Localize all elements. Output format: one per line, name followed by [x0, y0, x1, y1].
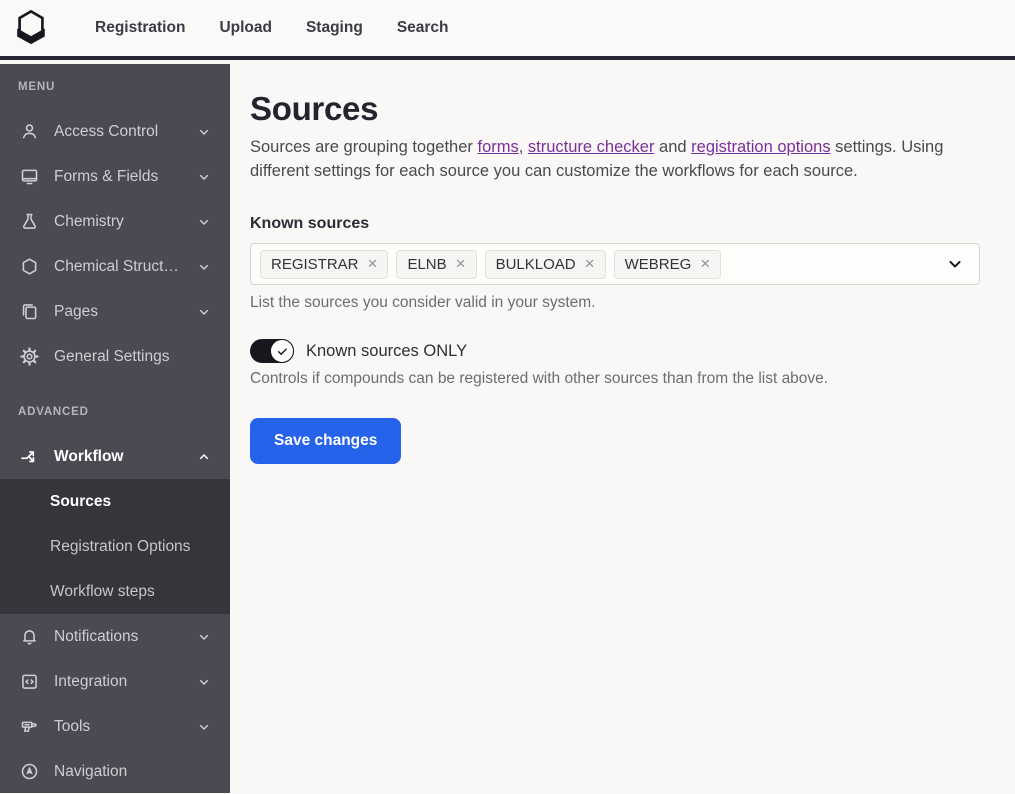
- nav-upload[interactable]: Upload: [202, 0, 289, 56]
- sidebar-item-label: General Settings: [54, 348, 169, 366]
- sidebar-heading-advanced: ADVANCED: [0, 389, 230, 434]
- chevron-down-icon: [196, 304, 212, 320]
- sidebar-item-access-control[interactable]: Access Control: [0, 109, 230, 154]
- description-text: Sources are grouping together: [250, 138, 477, 156]
- chevron-down-icon[interactable]: [945, 254, 965, 274]
- nav-staging[interactable]: Staging: [289, 0, 380, 56]
- sidebar-item-chemistry[interactable]: Chemistry: [0, 199, 230, 244]
- source-tag-label: BULKLOAD: [496, 256, 576, 273]
- sidebar-item-label: Workflow: [54, 448, 123, 466]
- chevron-down-icon: [196, 259, 212, 275]
- known-sources-only-helper-text: Controls if compounds can be registered …: [250, 370, 980, 388]
- remove-tag-icon[interactable]: ×: [585, 257, 595, 271]
- sidebar-item-label: Access Control: [54, 123, 158, 141]
- chevron-down-icon: [196, 674, 212, 690]
- source-tag: BULKLOAD ×: [485, 250, 606, 279]
- chevron-up-icon: [196, 449, 212, 465]
- chevron-down-icon: [196, 629, 212, 645]
- top-navigation: Registration Upload Staging Search: [78, 0, 466, 56]
- tools-icon: [18, 716, 40, 738]
- sidebar-item-notifications[interactable]: Notifications: [0, 614, 230, 659]
- sidebar-item-integration[interactable]: Integration: [0, 659, 230, 704]
- source-tag-label: REGISTRAR: [271, 256, 359, 273]
- workflow-submenu: Sources Registration Options Workflow st…: [0, 479, 230, 614]
- toggle-knob-check-icon: [270, 339, 294, 363]
- sidebar-item-label: Integration: [54, 673, 127, 691]
- sidebar-item-forms-fields[interactable]: Forms & Fields: [0, 154, 230, 199]
- sidebar-heading-menu: MENU: [0, 64, 230, 109]
- sidebar-item-workflow[interactable]: Workflow: [0, 434, 230, 479]
- hexagon-icon: [18, 256, 40, 278]
- chevron-down-icon: [196, 169, 212, 185]
- remove-tag-icon[interactable]: ×: [368, 257, 378, 271]
- source-tag: WEBREG ×: [614, 250, 722, 279]
- sidebar-item-tools[interactable]: Tools: [0, 704, 230, 749]
- monitor-icon: [18, 166, 40, 188]
- forms-link[interactable]: forms: [477, 138, 518, 156]
- person-icon: [18, 121, 40, 143]
- source-tag-label: WEBREG: [625, 256, 692, 273]
- known-sources-only-toggle[interactable]: [250, 339, 294, 363]
- sidebar-item-label: Navigation: [54, 763, 127, 781]
- workflow-icon: [18, 446, 40, 468]
- known-sources-only-row: Known sources ONLY: [250, 339, 980, 363]
- sidebar-item-navigation[interactable]: Navigation: [0, 749, 230, 794]
- chemaxon-logo-icon[interactable]: [12, 8, 50, 48]
- sidebar-subitem-sources[interactable]: Sources: [0, 479, 230, 524]
- page-description: Sources are grouping together forms, str…: [250, 136, 944, 183]
- registration-options-link[interactable]: registration options: [691, 138, 830, 156]
- chevron-down-icon: [196, 124, 212, 140]
- source-tag: REGISTRAR ×: [260, 250, 388, 279]
- sidebar-subitem-workflow-steps[interactable]: Workflow steps: [0, 569, 230, 614]
- chevron-down-icon: [196, 214, 212, 230]
- sidebar-item-chemical-structures[interactable]: Chemical Struct…: [0, 244, 230, 289]
- nav-search[interactable]: Search: [380, 0, 466, 56]
- pages-icon: [18, 301, 40, 323]
- sidebar-item-label: Chemistry: [54, 213, 124, 231]
- description-text: and: [654, 138, 691, 156]
- known-sources-helper-text: List the sources you consider valid in y…: [250, 294, 980, 312]
- bell-icon: [18, 626, 40, 648]
- sidebar-item-pages[interactable]: Pages: [0, 289, 230, 334]
- integration-icon: [18, 671, 40, 693]
- sidebar: MENU Access Control Forms & Fields Ch: [0, 64, 230, 793]
- navigation-icon: [18, 761, 40, 783]
- sidebar-item-label: Forms & Fields: [54, 168, 158, 186]
- remove-tag-icon[interactable]: ×: [456, 257, 466, 271]
- page-title: Sources: [250, 90, 980, 128]
- known-sources-label: Known sources: [250, 215, 980, 233]
- top-header: Registration Upload Staging Search: [0, 0, 1015, 60]
- structure-checker-link[interactable]: structure checker: [528, 138, 655, 156]
- gear-icon: [18, 346, 40, 368]
- sidebar-item-label: Pages: [54, 303, 98, 321]
- description-text: ,: [519, 138, 528, 156]
- nav-registration[interactable]: Registration: [78, 0, 202, 56]
- chevron-down-icon: [196, 719, 212, 735]
- sidebar-item-general-settings[interactable]: General Settings: [0, 334, 230, 379]
- flask-icon: [18, 211, 40, 233]
- main-content: Sources Sources are grouping together fo…: [230, 64, 1015, 793]
- sidebar-item-label: Tools: [54, 718, 90, 736]
- remove-tag-icon[interactable]: ×: [700, 257, 710, 271]
- sidebar-item-label: Notifications: [54, 628, 138, 646]
- sidebar-item-label: Chemical Struct…: [54, 258, 179, 276]
- known-sources-multiselect[interactable]: REGISTRAR × ELNB × BULKLOAD × WEBREG ×: [250, 243, 980, 285]
- known-sources-only-label: Known sources ONLY: [306, 342, 467, 361]
- save-changes-button[interactable]: Save changes: [250, 418, 401, 464]
- source-tag: ELNB ×: [396, 250, 476, 279]
- source-tag-label: ELNB: [407, 256, 446, 273]
- sidebar-subitem-registration-options[interactable]: Registration Options: [0, 524, 230, 569]
